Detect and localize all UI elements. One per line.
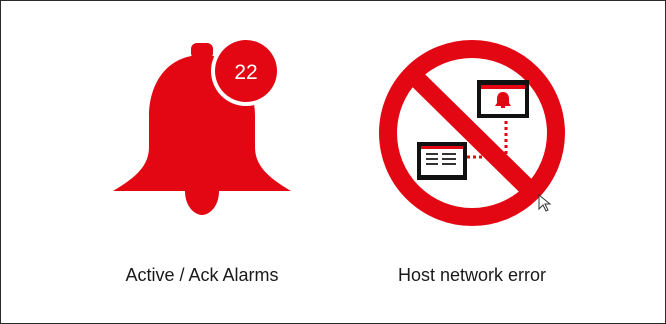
host-screen-icon [477, 80, 529, 118]
no-network-icon [379, 40, 565, 226]
terminal-screen-icon [417, 142, 467, 180]
network-error-label: Host network error [397, 265, 547, 285]
alarm-count-badge: 22 [234, 61, 257, 84]
alarms-label: Active / Ack Alarms [125, 265, 279, 285]
network-error-tile[interactable]: Host network error [367, 29, 577, 299]
alarms-tile[interactable]: 22 Active / Ack Alarms [97, 29, 307, 299]
cursor-icon [538, 193, 552, 212]
bell-icon: 22 [113, 36, 291, 215]
status-panel: 22 Active / Ack Alarms Host network erro… [0, 0, 666, 324]
